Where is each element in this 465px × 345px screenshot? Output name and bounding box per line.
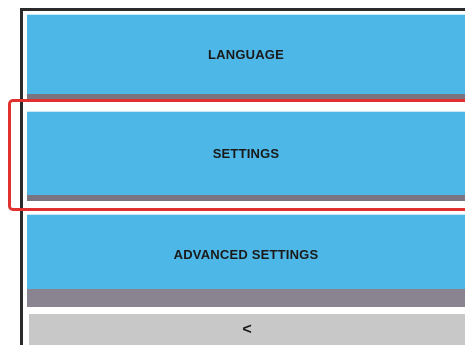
- back-button[interactable]: <: [29, 314, 465, 345]
- menu-bottom-bar: [27, 289, 465, 307]
- language-button[interactable]: LANGUAGE: [27, 14, 465, 94]
- settings-button[interactable]: SETTINGS: [27, 111, 465, 195]
- button-shadow: [27, 94, 465, 101]
- button-shadow: [27, 195, 465, 201]
- language-button-label: LANGUAGE: [208, 47, 284, 62]
- settings-button-label: SETTINGS: [212, 146, 280, 161]
- back-arrow-icon: <: [242, 320, 252, 338]
- advanced-settings-button-label: ADVANCED SETTINGS: [173, 247, 319, 262]
- advanced-settings-button[interactable]: ADVANCED SETTINGS: [27, 214, 465, 294]
